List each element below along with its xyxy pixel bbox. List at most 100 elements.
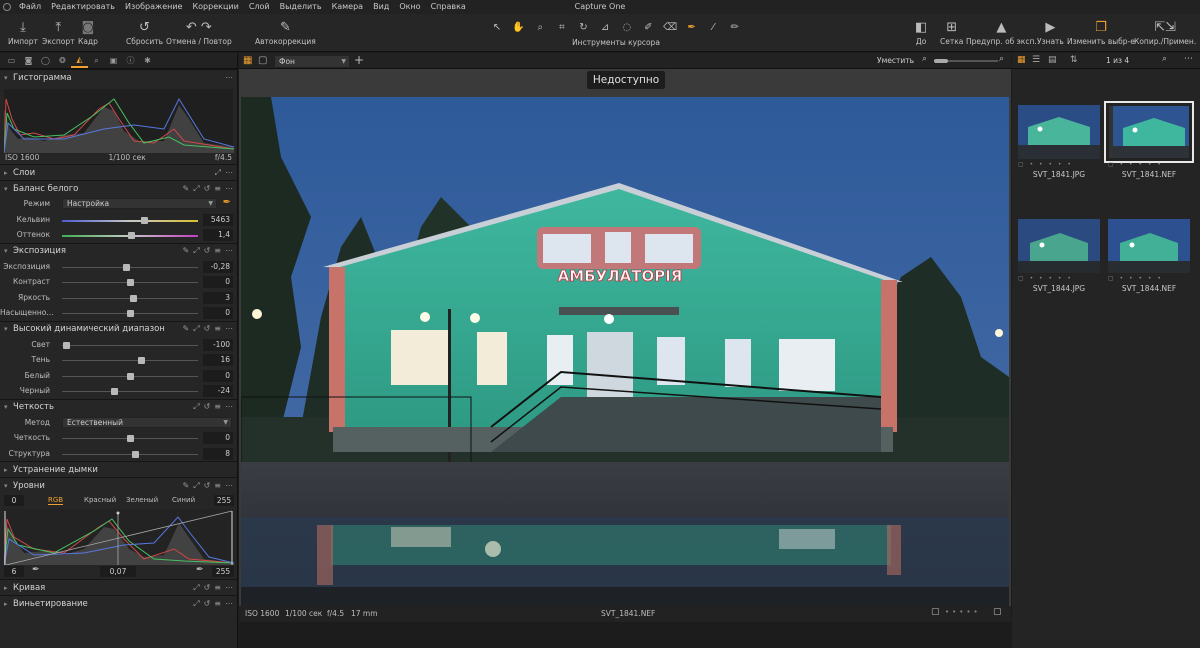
slider-value[interactable]: 0: [203, 432, 233, 444]
slider-value[interactable]: 16: [203, 354, 233, 366]
single-view-icon[interactable]: ▢: [258, 55, 267, 66]
slider-knob[interactable]: [140, 216, 148, 224]
copy-apply-button[interactable]: ⇱⇲ Копир./Примен.: [1134, 17, 1196, 47]
slider-value[interactable]: 0: [203, 369, 233, 382]
details-tab-icon[interactable]: ⌕: [88, 54, 105, 68]
adjustments-tab-icon[interactable]: ▣: [105, 54, 122, 68]
slider-knob[interactable]: [128, 232, 136, 239]
reset-small-icon[interactable]: ↺: [204, 324, 211, 334]
more-icon[interactable]: ⋯: [225, 324, 233, 334]
presets-icon[interactable]: ≡: [214, 184, 221, 194]
before-button[interactable]: ◧ До: [915, 17, 927, 47]
multi-view-icon[interactable]: ▦: [243, 55, 252, 66]
browser-thumbnail-selected[interactable]: [1104, 101, 1194, 163]
slider-knob[interactable]: [122, 263, 130, 271]
expand-icon[interactable]: ⤢: [193, 583, 199, 593]
output-tab-icon[interactable]: ✱: [139, 54, 156, 68]
menu-adjustments[interactable]: Коррекции: [187, 0, 243, 14]
slider-knob[interactable]: [63, 341, 71, 349]
slider-value[interactable]: -0,28: [203, 260, 233, 273]
slider-track[interactable]: [62, 294, 198, 302]
slider-track[interactable]: [62, 279, 198, 286]
expand-icon[interactable]: ⤢: [193, 481, 199, 491]
crop-cursor-icon[interactable]: ⌗: [555, 22, 569, 33]
color-tag-icon[interactable]: ▢: [993, 607, 1002, 617]
edit-icon[interactable]: ✎: [182, 184, 189, 194]
slider-track[interactable]: [62, 341, 198, 349]
slider-value[interactable]: 0: [203, 307, 233, 319]
capture-button[interactable]: ◙ Кадр: [78, 17, 98, 47]
levels-tab-rgb[interactable]: RGB: [48, 496, 64, 505]
import-button[interactable]: ⤓ Импорт: [8, 17, 38, 47]
expand-icon[interactable]: ⤢: [193, 599, 199, 609]
slider-value[interactable]: -100: [203, 338, 233, 351]
presets-icon[interactable]: ≡: [214, 324, 221, 334]
slider-track[interactable]: [62, 310, 198, 317]
sort-icon[interactable]: ⇅: [1070, 55, 1078, 65]
reset-small-icon[interactable]: ↺: [204, 184, 211, 194]
reset-small-icon[interactable]: ↺: [204, 246, 211, 256]
expand-icon[interactable]: ⤢: [215, 168, 221, 178]
more-icon[interactable]: ⋯: [225, 599, 233, 609]
levels-input-high[interactable]: 255: [214, 494, 234, 506]
slider-knob[interactable]: [127, 372, 134, 380]
slider-value[interactable]: 8: [203, 447, 233, 460]
layers-header[interactable]: ▸ Слои ⤢ ⋯: [0, 164, 237, 180]
slider-value[interactable]: -24: [203, 385, 233, 397]
more-icon[interactable]: ⋯: [225, 481, 233, 491]
more-icon[interactable]: ⋯: [225, 168, 233, 178]
thumbnail-rating[interactable]: ▢ • • • • •: [1018, 275, 1100, 282]
loupe-cursor-icon[interactable]: ⌕: [533, 22, 547, 33]
reset-button[interactable]: ↺ Сбросить: [126, 17, 163, 47]
slider-knob[interactable]: [137, 357, 145, 364]
more-icon[interactable]: ⋯: [225, 73, 233, 82]
auto-adjust-button[interactable]: ✎ Автокоррекция: [255, 17, 316, 47]
edit-icon[interactable]: ✎: [182, 324, 189, 334]
slider-knob[interactable]: [110, 388, 118, 395]
levels-tab-green[interactable]: Зеленый: [126, 496, 158, 504]
hdr-header[interactable]: ▾ Высокий динамический диапазон ✎ ⤢ ↺ ≡ ⋯: [0, 320, 237, 337]
grid-view-icon[interactable]: ▤: [1048, 55, 1057, 65]
levels-tab-red[interactable]: Красный: [84, 496, 116, 504]
browser-thumbnail[interactable]: [1018, 219, 1100, 273]
exposure-tab-icon[interactable]: ◭: [71, 54, 88, 68]
export-button[interactable]: ⤒ Экспорт: [42, 17, 75, 47]
reset-small-icon[interactable]: ↺: [204, 481, 211, 491]
clarity-method-select[interactable]: Естественный ▼: [62, 416, 232, 428]
levels-header[interactable]: ▾ Уровни ✎ ⤢ ↺ ≡ ⋯: [0, 477, 237, 493]
slider-track[interactable]: [62, 372, 198, 380]
lens-tab-icon[interactable]: ◯: [37, 54, 54, 68]
main-photo[interactable]: АМБУЛАТОРІЯ: [241, 97, 1009, 606]
levels-input-low[interactable]: 0: [4, 494, 24, 506]
fit-label[interactable]: Уместить: [877, 56, 914, 65]
browser-thumbnail[interactable]: [1018, 105, 1100, 159]
brush-cursor-icon[interactable]: ✐: [641, 22, 655, 33]
menu-help[interactable]: Справка: [426, 0, 471, 14]
edit-icon[interactable]: ✎: [182, 481, 189, 491]
clarity-header[interactable]: ▾ Четкость ⤢ ↺ ≡ ⋯: [0, 398, 237, 415]
wb-tint-value[interactable]: 1,4: [203, 229, 233, 241]
menu-window[interactable]: Окно: [394, 0, 425, 14]
histogram-header[interactable]: ▾ Гистограмма ⋯: [0, 69, 237, 85]
exposure-header[interactable]: ▾ Экспозиция ✎ ⤢ ↺ ≡ ⋯: [0, 242, 237, 259]
metadata-tab-icon[interactable]: ⓘ: [122, 54, 139, 68]
levels-output-low[interactable]: 6: [4, 566, 24, 577]
expand-icon[interactable]: ⤢: [193, 402, 199, 412]
dehaze-header[interactable]: ▸ Устранение дымки: [0, 461, 237, 477]
slider-knob[interactable]: [127, 310, 134, 317]
slider-track[interactable]: [62, 450, 198, 458]
slider-track[interactable]: [62, 357, 198, 364]
slider-knob[interactable]: [129, 294, 137, 302]
menu-camera[interactable]: Камера: [327, 0, 369, 14]
slider-knob[interactable]: [127, 435, 134, 442]
select-cursor-icon[interactable]: ↖: [490, 22, 504, 33]
zoom-slider[interactable]: [934, 59, 998, 63]
slider-value[interactable]: 0: [203, 276, 233, 288]
keystone-cursor-icon[interactable]: ⊿: [598, 22, 612, 33]
presets-icon[interactable]: ≡: [214, 246, 221, 256]
thumbnail-rating[interactable]: ▢ • • • • •: [1108, 275, 1190, 282]
menu-select[interactable]: Выделить: [275, 0, 327, 14]
presets-icon[interactable]: ≡: [214, 599, 221, 609]
zoom-in-icon[interactable]: ⌕: [999, 54, 1004, 64]
pan-cursor-icon[interactable]: ✋: [512, 22, 526, 33]
